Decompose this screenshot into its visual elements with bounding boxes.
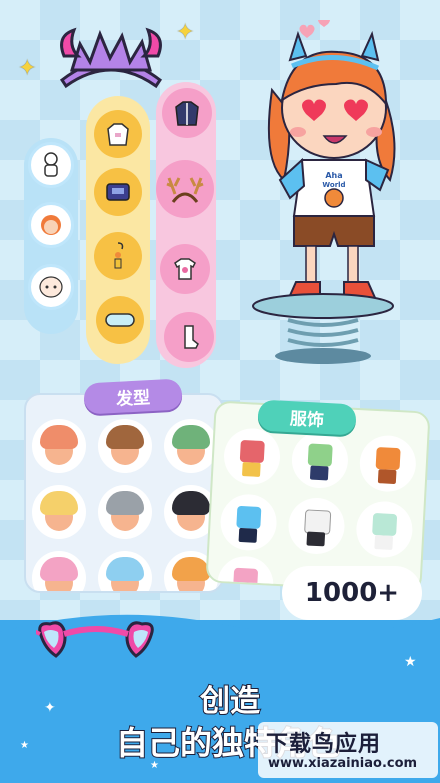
heart-glasses-item[interactable] <box>36 618 156 674</box>
sock-icon[interactable] <box>164 312 214 362</box>
hair-icon[interactable] <box>28 202 74 248</box>
hair-option[interactable] <box>98 419 152 473</box>
clothes-panel-title: 服饰 <box>257 399 357 436</box>
star-icon: ★ <box>20 740 29 751</box>
outfit-option[interactable] <box>358 434 418 494</box>
watermark-url: www.xiazainiao.com <box>268 756 418 771</box>
backpack-icon[interactable] <box>94 168 142 216</box>
outfit-option[interactable] <box>290 430 350 490</box>
hair-panel <box>24 393 224 593</box>
body-icon[interactable] <box>28 142 74 188</box>
hair-option[interactable] <box>98 485 152 539</box>
hair-panel-title: 发型 <box>83 378 183 415</box>
face-icon[interactable] <box>28 264 74 310</box>
watermark: 下载鸟应用 www.xiazainiao.com <box>258 722 438 778</box>
hoodie-icon[interactable] <box>94 110 142 158</box>
banner-title-line1: 创造 <box>199 683 261 720</box>
watermark-main: 下载鸟应用 <box>266 732 382 757</box>
outfit-option[interactable] <box>222 427 282 486</box>
sparkle-icon: ✦ <box>18 56 37 81</box>
spring-platform <box>252 293 394 364</box>
antlers-icon[interactable] <box>156 160 214 218</box>
goggles-icon[interactable] <box>96 296 144 344</box>
earring-icon[interactable] <box>94 232 142 280</box>
outfit-option[interactable] <box>354 500 414 559</box>
hair-option[interactable] <box>32 551 86 591</box>
hair-option[interactable] <box>32 419 86 473</box>
sparkle-icon: ✦ <box>176 20 195 45</box>
star-icon: ★ <box>404 654 417 670</box>
shirt-text-line2: World <box>322 181 345 189</box>
headband-item[interactable] <box>52 22 170 92</box>
hair-option[interactable] <box>32 485 86 539</box>
character-avatar[interactable]: Aha World <box>262 20 412 320</box>
tshirt-icon[interactable] <box>160 244 210 294</box>
shirt-text-line1: Aha <box>325 171 342 180</box>
star-icon: ✦ <box>44 700 56 716</box>
outfit-option[interactable] <box>219 492 279 552</box>
hair-option[interactable] <box>98 551 152 591</box>
jacket-icon[interactable] <box>162 88 212 138</box>
outfit-option[interactable] <box>287 496 346 556</box>
hair-option[interactable] <box>164 419 218 473</box>
